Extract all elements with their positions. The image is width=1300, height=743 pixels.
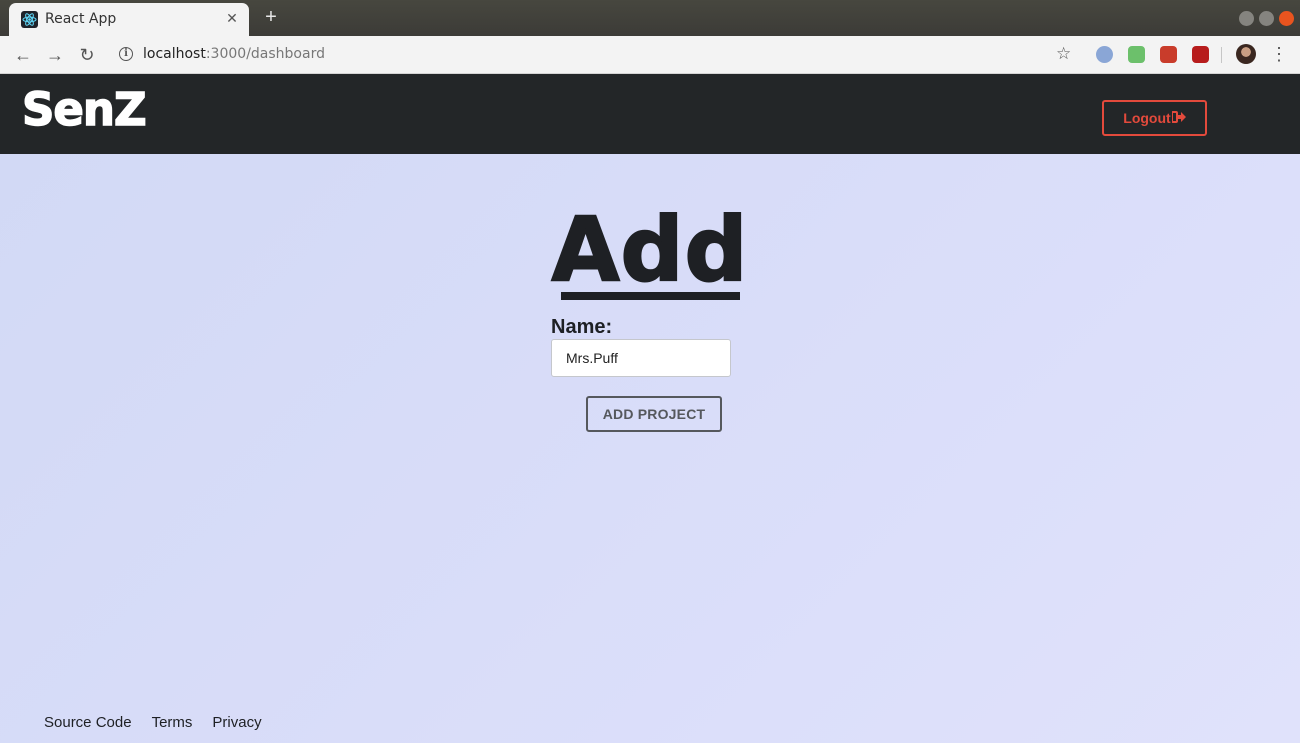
logout-button[interactable]: Logout <box>1102 100 1207 136</box>
browser-titlebar: React App ✕ + <box>0 0 1300 36</box>
name-input[interactable] <box>551 339 731 377</box>
maximize-button[interactable] <box>1259 11 1274 26</box>
address-bar[interactable]: localhost:3000/dashboard <box>143 46 325 62</box>
minimize-button[interactable] <box>1239 11 1254 26</box>
footer-links: Source Code Terms Privacy <box>44 714 262 731</box>
sign-out-icon <box>1170 111 1186 125</box>
tab-title: React App <box>45 11 117 27</box>
logout-label: Logout <box>1123 110 1171 126</box>
extension-icon[interactable] <box>1192 46 1209 63</box>
reload-icon[interactable]: ↻ <box>76 44 98 66</box>
extension-icon[interactable] <box>1096 46 1113 63</box>
extension-icon[interactable] <box>1128 46 1145 63</box>
new-tab-button[interactable]: + <box>261 7 281 28</box>
footer-link-terms[interactable]: Terms <box>152 714 193 731</box>
name-label: Name: <box>551 316 613 338</box>
tab-close-icon[interactable]: ✕ <box>223 9 241 27</box>
window-controls <box>1239 11 1294 26</box>
toolbar-divider <box>1221 47 1222 63</box>
footer-link-privacy[interactable]: Privacy <box>212 714 261 731</box>
main-content: Add Name: ADD PROJECT Source Code Terms … <box>0 154 1300 743</box>
back-arrow-icon[interactable]: ← <box>12 44 34 66</box>
footer-link-source-code[interactable]: Source Code <box>44 714 132 731</box>
title-underline <box>561 292 740 300</box>
profile-avatar[interactable] <box>1236 44 1256 64</box>
window-close-button[interactable] <box>1279 11 1294 26</box>
add-project-button[interactable]: ADD PROJECT <box>586 396 722 432</box>
browser-toolbar: ← → ↻ i localhost:3000/dashboard ☆ ⋮ <box>0 36 1300 74</box>
url-path: :3000/dashboard <box>205 46 325 62</box>
browser-tab[interactable]: React App ✕ <box>9 3 249 36</box>
extension-icon[interactable] <box>1160 46 1177 63</box>
bookmark-star-icon[interactable]: ☆ <box>1056 44 1071 64</box>
brand-logo[interactable]: SenZ <box>21 82 147 137</box>
browser-menu-icon[interactable]: ⋮ <box>1270 44 1288 64</box>
url-host: localhost <box>143 46 206 62</box>
page-title: Add <box>550 197 749 302</box>
forward-arrow-icon[interactable]: → <box>44 44 66 66</box>
react-logo-icon <box>21 11 38 28</box>
app-navbar: SenZ Logout <box>0 74 1300 154</box>
site-info-icon[interactable]: i <box>119 47 133 61</box>
